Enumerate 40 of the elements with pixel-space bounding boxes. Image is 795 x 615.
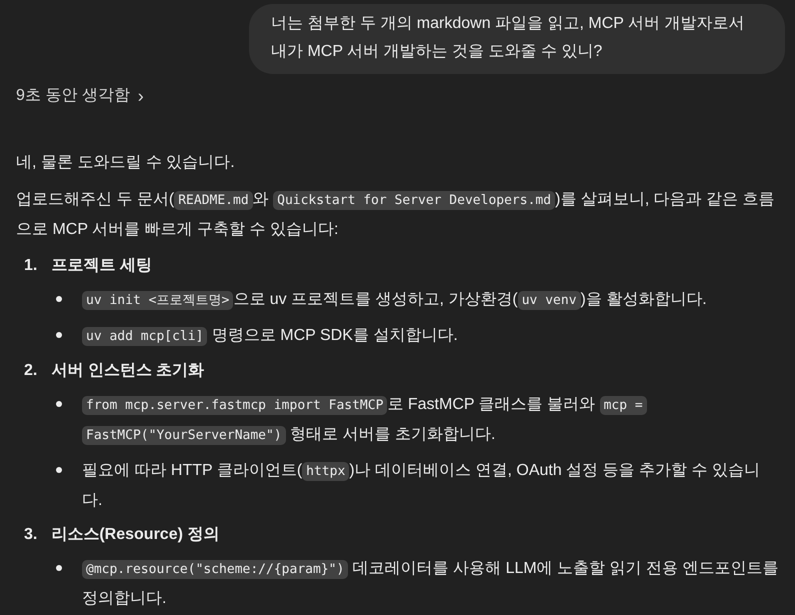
inline-code: Quickstart for Server Developers.md bbox=[273, 191, 556, 210]
paragraph-text: 형태로 서버를 초기화합니다. bbox=[289, 426, 496, 443]
inline-code: uv venv bbox=[518, 291, 581, 310]
inline-code: httpx bbox=[302, 462, 350, 481]
paragraph-text: 네, 물론 도와드릴 수 있습니다. bbox=[16, 154, 235, 171]
inline-code: mcp = bbox=[600, 396, 647, 415]
bullet-icon bbox=[56, 401, 62, 407]
inline-code: README.md bbox=[174, 191, 253, 210]
inline-code: @mcp.resource("scheme://{param}") bbox=[82, 560, 348, 579]
paragraph-text: 으로 uv 프로젝트를 생성하고, 가상환경( bbox=[233, 291, 518, 308]
inline-code: FastMCP("YourServerName") bbox=[82, 426, 286, 445]
bullet-icon bbox=[56, 332, 62, 338]
list-number: 2. bbox=[24, 361, 38, 381]
paragraph-text: 데코레이터를 사용해 LLM에 노출할 읽기 전용 엔드포인트를 bbox=[352, 560, 779, 577]
bullet-icon bbox=[56, 565, 62, 571]
chevron-icon: › bbox=[138, 82, 144, 110]
paragraph-text: 필요에 따라 HTTP 클라이언트( bbox=[82, 462, 302, 479]
inline-code: from mcp.server.fastmcp import FastMCP bbox=[82, 396, 388, 415]
paragraph-text: 업로드해주신 두 문서( bbox=[16, 191, 174, 208]
step-title: 리소스(Resource) 정의 bbox=[51, 525, 220, 545]
paragraph-text: 다. bbox=[82, 492, 102, 509]
paragraph-text: 와 bbox=[252, 191, 270, 208]
paragraph-text: )를 살펴보니, 다음과 같은 흐름 bbox=[555, 191, 775, 208]
bullet-icon bbox=[56, 467, 62, 473]
list-number: 3. bbox=[24, 525, 38, 545]
paragraph-text: 으로 MCP 서버를 빠르게 구축할 수 있습니다: bbox=[16, 221, 338, 238]
inline-code: uv add mcp[cli] bbox=[82, 327, 208, 346]
thinking-toggle[interactable]: 9초 동안 생각함 bbox=[16, 82, 130, 110]
message-text: 내가 MCP 서버 개발하는 것을 도와줄 수 있니? bbox=[271, 42, 604, 62]
paragraph-text: 로 FastMCP 클래스를 불러와 bbox=[387, 396, 596, 413]
paragraph-text: 명령으로 MCP SDK를 설치합니다. bbox=[210, 327, 458, 344]
paragraph-text: )을 활성화합니다. bbox=[580, 291, 707, 308]
paragraph-text: 정의합니다. bbox=[82, 590, 166, 607]
list-number: 1. bbox=[24, 256, 38, 276]
step-title: 서버 인스턴스 초기화 bbox=[51, 361, 204, 381]
message-text: 너는 첨부한 두 개의 markdown 파일을 읽고, MCP 서버 개발자로서 bbox=[271, 14, 746, 34]
paragraph-text: )나 데이터베이스 연결, OAuth 설정 등을 추가할 수 있습니 bbox=[349, 462, 760, 479]
step-title: 프로젝트 세팅 bbox=[51, 256, 152, 276]
bullet-icon bbox=[56, 296, 62, 302]
inline-code: uv init <프로젝트명> bbox=[82, 291, 234, 310]
